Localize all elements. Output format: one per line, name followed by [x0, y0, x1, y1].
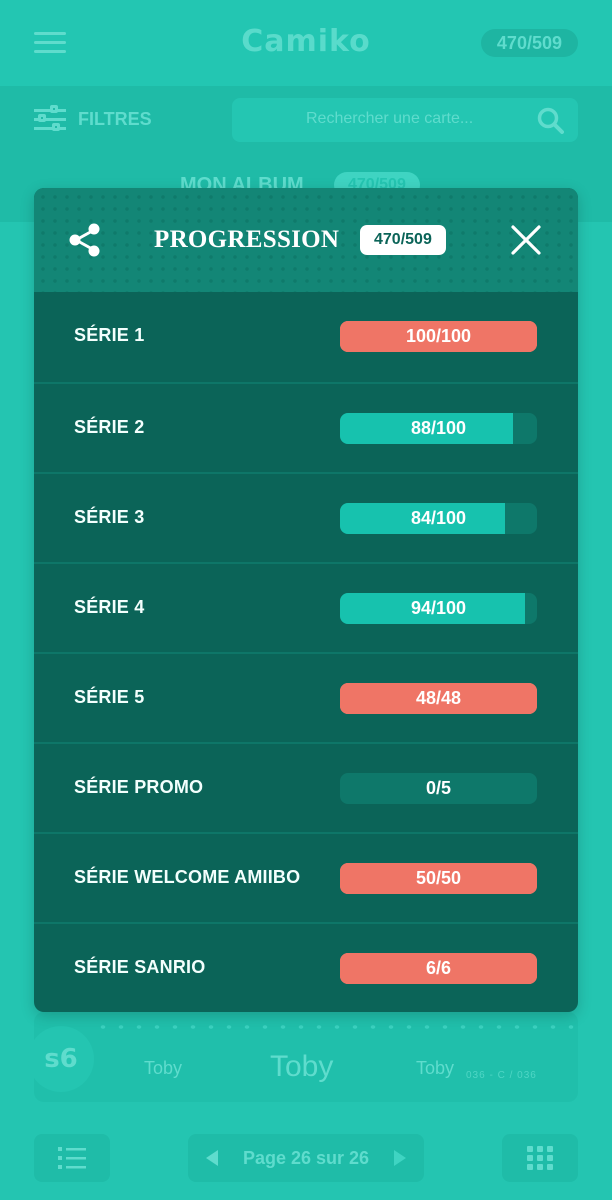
series-progress-value: 84/100 [410, 508, 467, 528]
next-page-icon[interactable] [394, 1150, 406, 1166]
search-input[interactable]: Rechercher une carte... [232, 98, 578, 142]
series-progress-value: 6/6 [425, 958, 452, 978]
search-placeholder: Rechercher une carte... [306, 110, 474, 127]
series-row: SÉRIE 3 84/100 [34, 472, 578, 562]
series-progress-bar: 94/100 [340, 593, 537, 624]
top-bar: Camiko 470/509 [0, 0, 612, 86]
series-progress-value: 50/50 [415, 868, 462, 888]
series-list: SÉRIE 1 100/100 SÉRIE 2 88/100 SÉRIE 3 8… [34, 292, 578, 1012]
series-row: SÉRIE 2 88/100 [34, 382, 578, 472]
series-row: SÉRIE 5 48/48 [34, 652, 578, 742]
modal-title: PROGRESSION [154, 226, 340, 253]
search-icon[interactable] [536, 106, 564, 134]
series-progress-bar: 50/50 [340, 863, 537, 894]
series-progress-value: 94/100 [410, 598, 467, 618]
collection-counter: 470/509 [480, 29, 578, 57]
card-name: Toby [144, 1058, 183, 1078]
series-label: SÉRIE WELCOME AMIIBO [74, 867, 301, 887]
series-label: SÉRIE 3 [74, 507, 145, 527]
card-code: 036 - C / 036 [466, 1070, 537, 1081]
list-icon [58, 1147, 86, 1169]
series-badge: s6 [28, 1026, 94, 1092]
series-row: SÉRIE 4 94/100 [34, 562, 578, 652]
series-label: SÉRIE PROMO [74, 777, 204, 797]
grid-icon [527, 1146, 553, 1170]
series-row: SÉRIE WELCOME AMIIBO 50/50 [34, 832, 578, 922]
series-progress-bar: 88/100 [340, 413, 537, 444]
series-label: SÉRIE 1 [74, 325, 145, 345]
series-label: SÉRIE 2 [74, 417, 145, 437]
share-icon[interactable] [66, 221, 104, 259]
series-progress-value: 48/48 [415, 688, 462, 708]
filters-button[interactable]: FILTRES [34, 105, 152, 132]
total-progress-badge: 470/509 [360, 225, 446, 255]
filters-label: FILTRES [78, 108, 152, 129]
series-progress-bar: 6/6 [340, 953, 537, 984]
series-progress-value: 88/100 [410, 418, 467, 438]
series-progress-bar: 84/100 [340, 503, 537, 534]
card-name: Toby [270, 1050, 334, 1083]
series-progress-value: 0/5 [425, 778, 452, 798]
series-label: SÉRIE 5 [74, 687, 145, 707]
list-view-button[interactable] [34, 1134, 110, 1182]
card-name: Toby [416, 1058, 455, 1078]
series-progress-value: 100/100 [405, 326, 472, 346]
series-label: SÉRIE SANRIO [74, 957, 206, 977]
series-row: SÉRIE SANRIO 6/6 [34, 922, 578, 1012]
series-progress-bar: 100/100 [340, 321, 537, 352]
decorative-pattern [94, 1020, 578, 1034]
pager: Page 26 sur 26 [188, 1134, 424, 1182]
grid-view-button[interactable] [502, 1134, 578, 1182]
previous-page-icon[interactable] [206, 1150, 218, 1166]
page-indicator: Page 26 sur 26 [242, 1147, 370, 1168]
series-row: SÉRIE PROMO 0/5 [34, 742, 578, 832]
series-progress-bar: 0/5 [340, 773, 537, 804]
close-icon[interactable] [508, 222, 544, 258]
progression-modal: PROGRESSION 470/509 SÉRIE 1 100/100 SÉRI… [34, 188, 578, 1012]
sliders-icon [34, 105, 66, 132]
modal-header: PROGRESSION 470/509 [34, 188, 578, 292]
series-row: SÉRIE 1 100/100 [34, 292, 578, 382]
series-progress-bar: 48/48 [340, 683, 537, 714]
series-label: SÉRIE 4 [74, 597, 145, 617]
